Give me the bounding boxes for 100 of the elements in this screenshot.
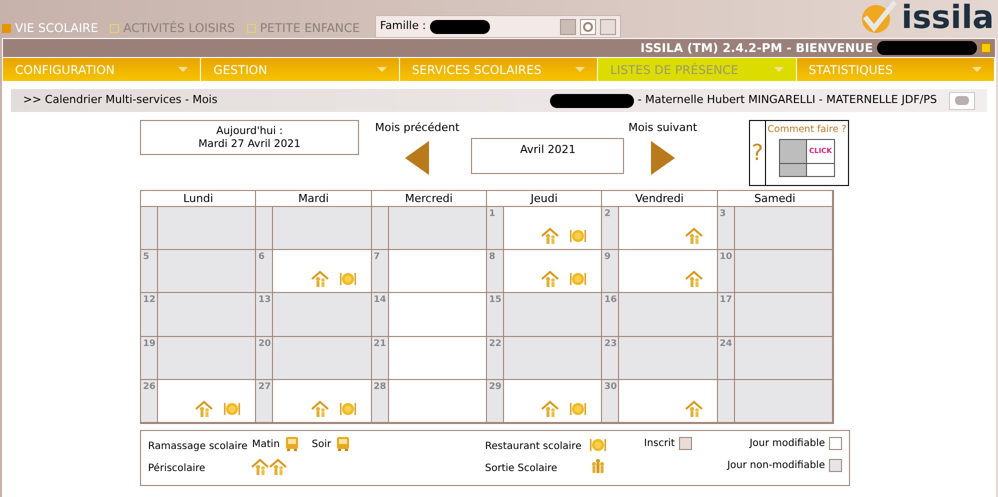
day-cell[interactable]: 21 bbox=[372, 336, 487, 380]
day-cell[interactable]: 26 bbox=[141, 380, 256, 423]
bus-icon bbox=[335, 436, 352, 452]
checkbox-icon bbox=[110, 24, 120, 32]
legend-label: Sortie Scolaire bbox=[485, 462, 558, 476]
breadcrumb-text: >> Calendrier Multi-services - Mois bbox=[23, 92, 218, 108]
swatch-icon bbox=[829, 458, 842, 472]
legend-label: Périscolaire bbox=[148, 462, 206, 476]
day-number: 6 bbox=[256, 250, 274, 292]
day-cell[interactable] bbox=[141, 207, 256, 250]
day-cell[interactable]: 14 bbox=[372, 293, 487, 337]
legend-label: Restaurant scolaire bbox=[485, 440, 582, 454]
legend-label: Ramassage scolaire bbox=[148, 440, 248, 454]
day-cell[interactable]: 29 bbox=[487, 380, 602, 423]
day-number: 24 bbox=[718, 336, 735, 379]
day-cell[interactable]: 20 bbox=[256, 336, 372, 380]
day-cell[interactable]: 7 bbox=[372, 250, 487, 294]
day-cell[interactable]: 10 bbox=[718, 250, 833, 294]
caret-icon bbox=[178, 67, 188, 72]
day-number: 2 bbox=[602, 207, 620, 250]
day-number: 16 bbox=[602, 293, 620, 336]
day-number: 1 bbox=[487, 207, 504, 250]
day-cell[interactable]: 27 bbox=[256, 380, 372, 423]
day-cell[interactable]: 8 bbox=[487, 250, 602, 294]
school-name: - Maternelle Hubert MINGARELLI - MATERNELLE JDF/PS bbox=[638, 92, 937, 108]
legend-label: Jour non-modifiable bbox=[727, 458, 825, 473]
day-number: 8 bbox=[487, 250, 504, 292]
day-number: 3 bbox=[718, 207, 735, 250]
day-cell[interactable]: 15 bbox=[487, 293, 602, 337]
day-cell[interactable] bbox=[256, 207, 372, 250]
day-cell[interactable]: 6 bbox=[256, 250, 372, 294]
day-number: 30 bbox=[602, 380, 620, 422]
day-number: 15 bbox=[487, 293, 504, 336]
bus-icon bbox=[284, 436, 300, 452]
day-cell[interactable]: 16 bbox=[602, 293, 718, 337]
day-cell[interactable]: 12 bbox=[141, 293, 256, 337]
day-number: 20 bbox=[256, 336, 274, 379]
current-month-field: Avril 2021 bbox=[471, 138, 624, 174]
checkmark-logo-icon bbox=[859, 0, 898, 34]
day-cell[interactable]: 13 bbox=[256, 293, 372, 337]
day-number: 29 bbox=[487, 380, 504, 422]
today-date: Mardi 27 Avril 2021 bbox=[198, 138, 301, 150]
day-cell[interactable]: 17 bbox=[718, 293, 833, 337]
checkbox-icon bbox=[246, 24, 256, 32]
day-number: 14 bbox=[372, 293, 389, 336]
menu-item[interactable]: LISTES DE PRÉSENCE bbox=[598, 58, 797, 81]
day-number: 10 bbox=[718, 250, 735, 292]
day-cell[interactable] bbox=[718, 380, 833, 423]
day-cell[interactable]: 3 bbox=[718, 207, 833, 250]
header-title: ISSILA (TM) 2.4.2-PM - BIENVENUE bbox=[640, 40, 873, 57]
day-cell[interactable]: 19 bbox=[141, 336, 256, 380]
day-cell[interactable]: 30 bbox=[602, 380, 718, 423]
day-cell[interactable] bbox=[372, 207, 487, 250]
legend-label: Matin bbox=[252, 438, 280, 452]
day-number: 23 bbox=[602, 336, 620, 379]
question-mark: ? bbox=[750, 121, 766, 185]
house-figures-icon bbox=[251, 458, 269, 476]
caret-icon bbox=[972, 67, 982, 72]
day-number: 19 bbox=[141, 336, 158, 379]
day-cell[interactable]: 2 bbox=[602, 207, 718, 250]
logo-text: issila bbox=[901, 0, 994, 34]
day-cell[interactable]: 9 bbox=[602, 250, 718, 294]
day-number: 7 bbox=[372, 250, 389, 292]
checkbox-icon bbox=[2, 24, 11, 32]
legend-label: Jour modifiable bbox=[750, 436, 825, 451]
caret-icon bbox=[774, 67, 784, 72]
wheel-icon[interactable] bbox=[580, 18, 596, 34]
menu-item[interactable]: CONFIGURATION bbox=[3, 58, 202, 81]
menu-item[interactable]: SERVICES SCOLAIRES bbox=[400, 58, 598, 81]
caret-icon bbox=[575, 67, 586, 72]
print-button[interactable] bbox=[949, 92, 975, 110]
day-number: 12 bbox=[141, 293, 158, 336]
day-number: 13 bbox=[256, 293, 274, 336]
day-cell[interactable]: 23 bbox=[602, 336, 718, 380]
swatch-icon bbox=[829, 436, 842, 450]
day-cell[interactable]: 22 bbox=[487, 336, 602, 380]
menu-item[interactable]: GESTION bbox=[201, 58, 400, 81]
day-cell[interactable]: 5 bbox=[141, 250, 256, 294]
day-number: 26 bbox=[141, 380, 158, 422]
module-tab[interactable]: PETITE ENFANCE bbox=[246, 19, 360, 37]
swatch-icon bbox=[678, 436, 692, 450]
day-cell[interactable]: 1 bbox=[487, 207, 602, 250]
module-tab[interactable]: VIE SCOLAIRE bbox=[2, 19, 98, 37]
day-cell[interactable]: 24 bbox=[718, 336, 833, 380]
family-label: Famille : bbox=[380, 18, 426, 34]
next-month-button[interactable] bbox=[650, 140, 675, 174]
previous-month-button[interactable] bbox=[405, 140, 430, 174]
day-number: 5 bbox=[141, 250, 158, 292]
day-cell[interactable]: 28 bbox=[372, 380, 487, 423]
house-figures-icon bbox=[269, 458, 287, 476]
redaction-mark bbox=[430, 20, 490, 34]
legend-label: Inscrit bbox=[644, 436, 675, 451]
checkbox-icon[interactable] bbox=[981, 43, 991, 53]
module-tab[interactable]: ACTIVITÉS LOISIRS bbox=[110, 19, 235, 37]
menu-item[interactable]: STATISTIQUES bbox=[796, 58, 996, 81]
previous-month-label: Mois précédent bbox=[375, 120, 460, 136]
today-label: Aujourd'hui : bbox=[216, 124, 283, 138]
day-number: 9 bbox=[602, 250, 620, 292]
day-number: 27 bbox=[256, 380, 274, 422]
legend-label: Soir bbox=[312, 438, 332, 452]
